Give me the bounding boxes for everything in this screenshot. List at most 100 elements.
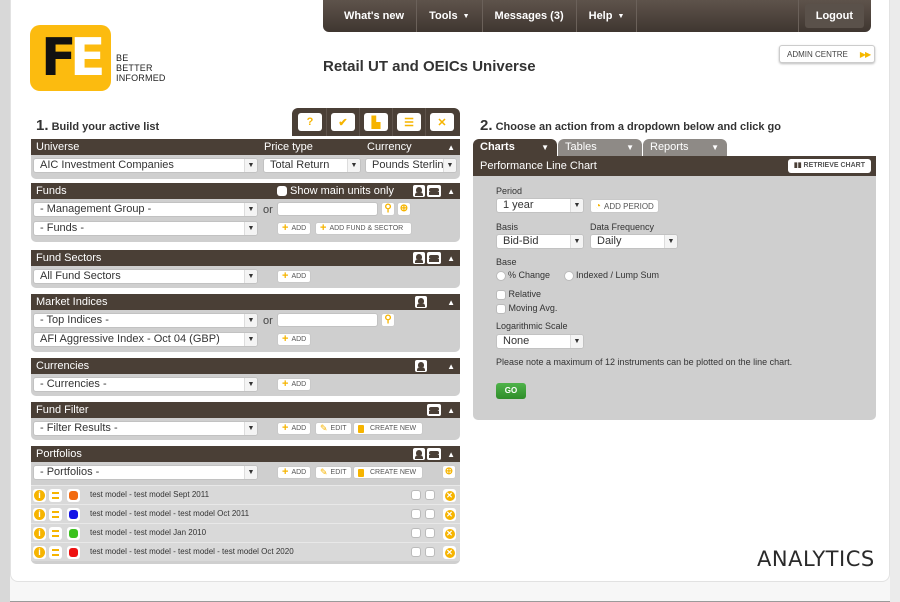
collapse-icon[interactable]: ▲: [447, 187, 455, 196]
series-color-swatch[interactable]: [67, 489, 80, 502]
series-color-swatch[interactable]: [67, 508, 80, 521]
collapse-icon[interactable]: ▲: [447, 362, 455, 371]
advanced-search-icon[interactable]: ⊕: [397, 202, 411, 216]
tab-charts[interactable]: Charts ▼: [473, 139, 557, 156]
nav-help[interactable]: Help ▼: [577, 0, 638, 32]
series-color-swatch[interactable]: [67, 527, 80, 540]
relative-option[interactable]: Relative: [496, 289, 541, 300]
row-checkbox[interactable]: [425, 509, 435, 519]
base-option-percent-change[interactable]: % Change: [496, 270, 550, 281]
series-color-swatch[interactable]: [67, 546, 80, 559]
collapse-icon[interactable]: ▲: [447, 254, 455, 263]
funds-select[interactable]: - Funds - ▼: [33, 221, 258, 236]
relative-checkbox[interactable]: [496, 289, 506, 300]
load-list-icon[interactable]: ☰: [397, 113, 421, 131]
basis-select[interactable]: Bid-Bid ▼: [496, 234, 584, 249]
divider: [392, 108, 393, 136]
index-select[interactable]: AFI Aggressive Index - Oct 04 (GBP) ▼: [33, 332, 258, 347]
add-currency-button[interactable]: + ADD: [277, 378, 312, 391]
row-checkbox[interactable]: [411, 528, 421, 538]
collapse-icon[interactable]: ▲: [447, 406, 455, 415]
remove-icon[interactable]: ✕: [443, 527, 456, 540]
fund-search-input[interactable]: [277, 202, 378, 216]
plus-icon: +: [282, 378, 289, 390]
nav-messages[interactable]: Messages (3): [483, 0, 577, 32]
radio-button[interactable]: [496, 270, 506, 281]
create-filter-button[interactable]: CREATE NEW: [353, 422, 423, 435]
create-portfolio-button[interactable]: CREATE NEW: [353, 466, 423, 479]
user-icon[interactable]: [413, 185, 426, 197]
remove-icon[interactable]: ✕: [443, 546, 456, 559]
moving-avg-checkbox[interactable]: [496, 303, 506, 314]
go-button[interactable]: GO: [496, 383, 526, 399]
edit-filter-button[interactable]: ✎ EDIT: [315, 422, 352, 435]
add-sector-button[interactable]: + ADD: [277, 270, 312, 283]
currencies-select[interactable]: - Currencies - ▼: [33, 377, 258, 392]
tab-tables[interactable]: Tables ▼: [558, 139, 642, 156]
currency-select[interactable]: Pounds Sterling ▼: [365, 158, 457, 173]
save-list-icon[interactable]: ▙: [364, 113, 388, 131]
search-icon[interactable]: ⚲: [381, 313, 395, 327]
add-portfolio-button[interactable]: + ADD: [277, 466, 312, 479]
search-icon[interactable]: ⚲: [381, 202, 395, 216]
retrieve-chart-button[interactable]: ▮▮ RETRIEVE CHART: [787, 159, 871, 173]
add-period-button[interactable]: ◔ ADD PERIOD: [590, 199, 659, 213]
show-main-units-checkbox[interactable]: [277, 186, 287, 196]
moving-avg-option[interactable]: Moving Avg.: [496, 303, 557, 314]
data-frequency-select[interactable]: Daily ▼: [590, 234, 678, 249]
top-indices-select[interactable]: - Top Indices - ▼: [33, 313, 258, 328]
user-icon[interactable]: [415, 360, 428, 372]
group-icon[interactable]: [427, 448, 442, 460]
collapse-icon[interactable]: ▲: [447, 143, 455, 152]
remove-icon[interactable]: ✕: [443, 489, 456, 502]
period-select[interactable]: 1 year ▼: [496, 198, 584, 213]
add-filter-button[interactable]: + ADD: [277, 422, 312, 435]
row-checkbox[interactable]: [425, 528, 435, 538]
user-icon[interactable]: [413, 448, 426, 460]
admin-centre-button[interactable]: ADMIN CENTRE ▶▶: [779, 45, 875, 63]
edit-portfolio-button[interactable]: ✎ EDIT: [315, 466, 352, 479]
row-checkbox[interactable]: [411, 547, 421, 557]
group-icon[interactable]: [427, 252, 442, 264]
index-search-input[interactable]: [277, 313, 378, 327]
list-details-icon[interactable]: [49, 489, 62, 502]
info-icon[interactable]: i: [33, 489, 46, 502]
row-checkbox[interactable]: [425, 547, 435, 557]
add-index-button[interactable]: + ADD: [277, 333, 312, 346]
list-details-icon[interactable]: [49, 527, 62, 540]
collapse-icon[interactable]: ▲: [447, 450, 455, 459]
fund-sectors-select[interactable]: All Fund Sectors ▼: [33, 269, 258, 284]
nav-tools[interactable]: Tools ▼: [417, 0, 483, 32]
add-fund-button[interactable]: + ADD: [277, 222, 312, 235]
add-fund-sector-button[interactable]: + ADD FUND & SECTOR: [315, 222, 412, 235]
logout-button[interactable]: Logout: [804, 4, 864, 28]
list-details-icon[interactable]: [49, 546, 62, 559]
advanced-search-icon[interactable]: ⊕: [442, 465, 456, 479]
group-icon[interactable]: [427, 185, 442, 197]
management-group-select[interactable]: - Management Group - ▼: [33, 202, 258, 217]
row-checkbox[interactable]: [425, 490, 435, 500]
nav-whats-new[interactable]: What's new: [323, 0, 418, 32]
tab-reports[interactable]: Reports ▼: [643, 139, 727, 156]
collapse-icon[interactable]: ▲: [447, 298, 455, 307]
row-checkbox[interactable]: [411, 490, 421, 500]
info-icon[interactable]: i: [33, 546, 46, 559]
info-icon[interactable]: i: [33, 508, 46, 521]
base-option-indexed[interactable]: Indexed / Lump Sum: [564, 270, 659, 281]
group-icon[interactable]: [427, 404, 442, 416]
user-icon[interactable]: [415, 296, 428, 308]
list-details-icon[interactable]: [49, 508, 62, 521]
log-scale-select[interactable]: None ▼: [496, 334, 584, 349]
row-checkbox[interactable]: [411, 509, 421, 519]
universe-select[interactable]: AIC Investment Companies ▼: [33, 158, 258, 173]
user-icon[interactable]: [413, 252, 426, 264]
info-icon[interactable]: i: [33, 527, 46, 540]
remove-icon[interactable]: ✕: [443, 508, 456, 521]
portfolios-select[interactable]: - Portfolios - ▼: [33, 465, 258, 480]
user-check-icon[interactable]: ✔: [331, 113, 355, 131]
help-icon[interactable]: ?: [298, 113, 322, 131]
radio-button[interactable]: [564, 270, 574, 281]
price-type-select[interactable]: Total Return ▼: [263, 158, 361, 173]
filter-results-select[interactable]: - Filter Results - ▼: [33, 421, 258, 436]
clear-list-icon[interactable]: ✕: [430, 113, 454, 131]
